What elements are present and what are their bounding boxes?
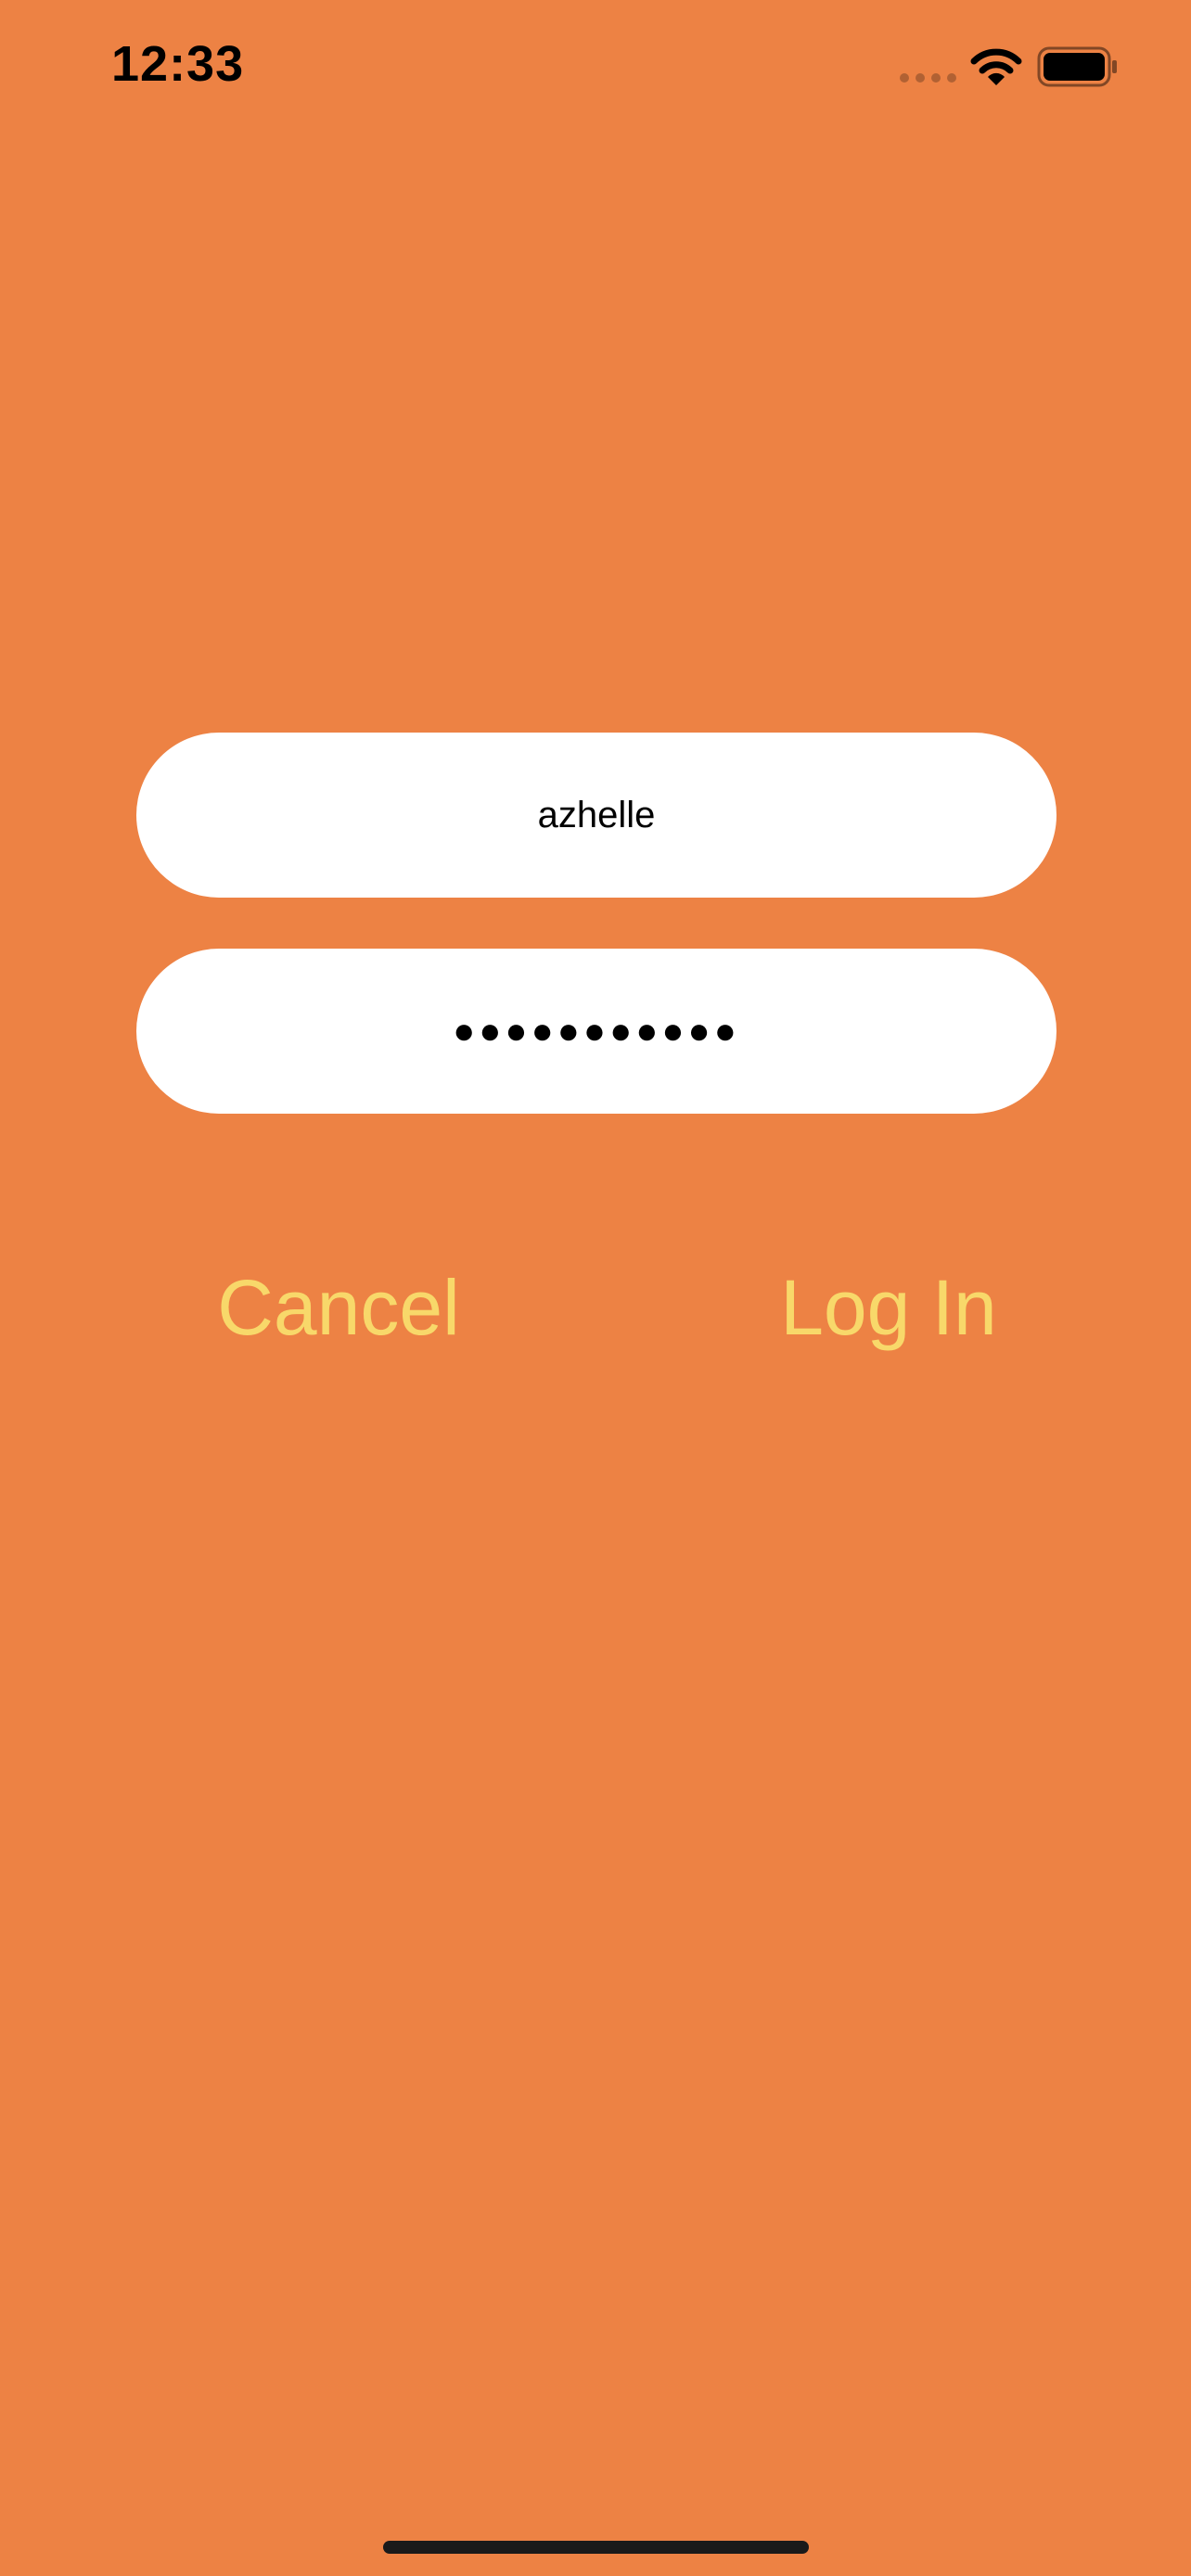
login-button[interactable]: Log In bbox=[777, 1256, 1000, 1358]
cellular-signal-icon bbox=[900, 73, 956, 83]
battery-icon bbox=[1037, 46, 1117, 87]
password-value: ●●●●●●●●●●● bbox=[453, 1010, 740, 1052]
status-bar: 12:33 bbox=[0, 0, 1191, 139]
status-time: 12:33 bbox=[111, 36, 245, 92]
password-field[interactable]: ●●●●●●●●●●● bbox=[136, 949, 1057, 1114]
wifi-icon bbox=[970, 48, 1022, 85]
username-field[interactable]: azhelle bbox=[136, 733, 1057, 898]
username-value: azhelle bbox=[537, 794, 656, 835]
home-indicator[interactable] bbox=[383, 2541, 809, 2554]
cancel-button[interactable]: Cancel bbox=[209, 1256, 468, 1358]
